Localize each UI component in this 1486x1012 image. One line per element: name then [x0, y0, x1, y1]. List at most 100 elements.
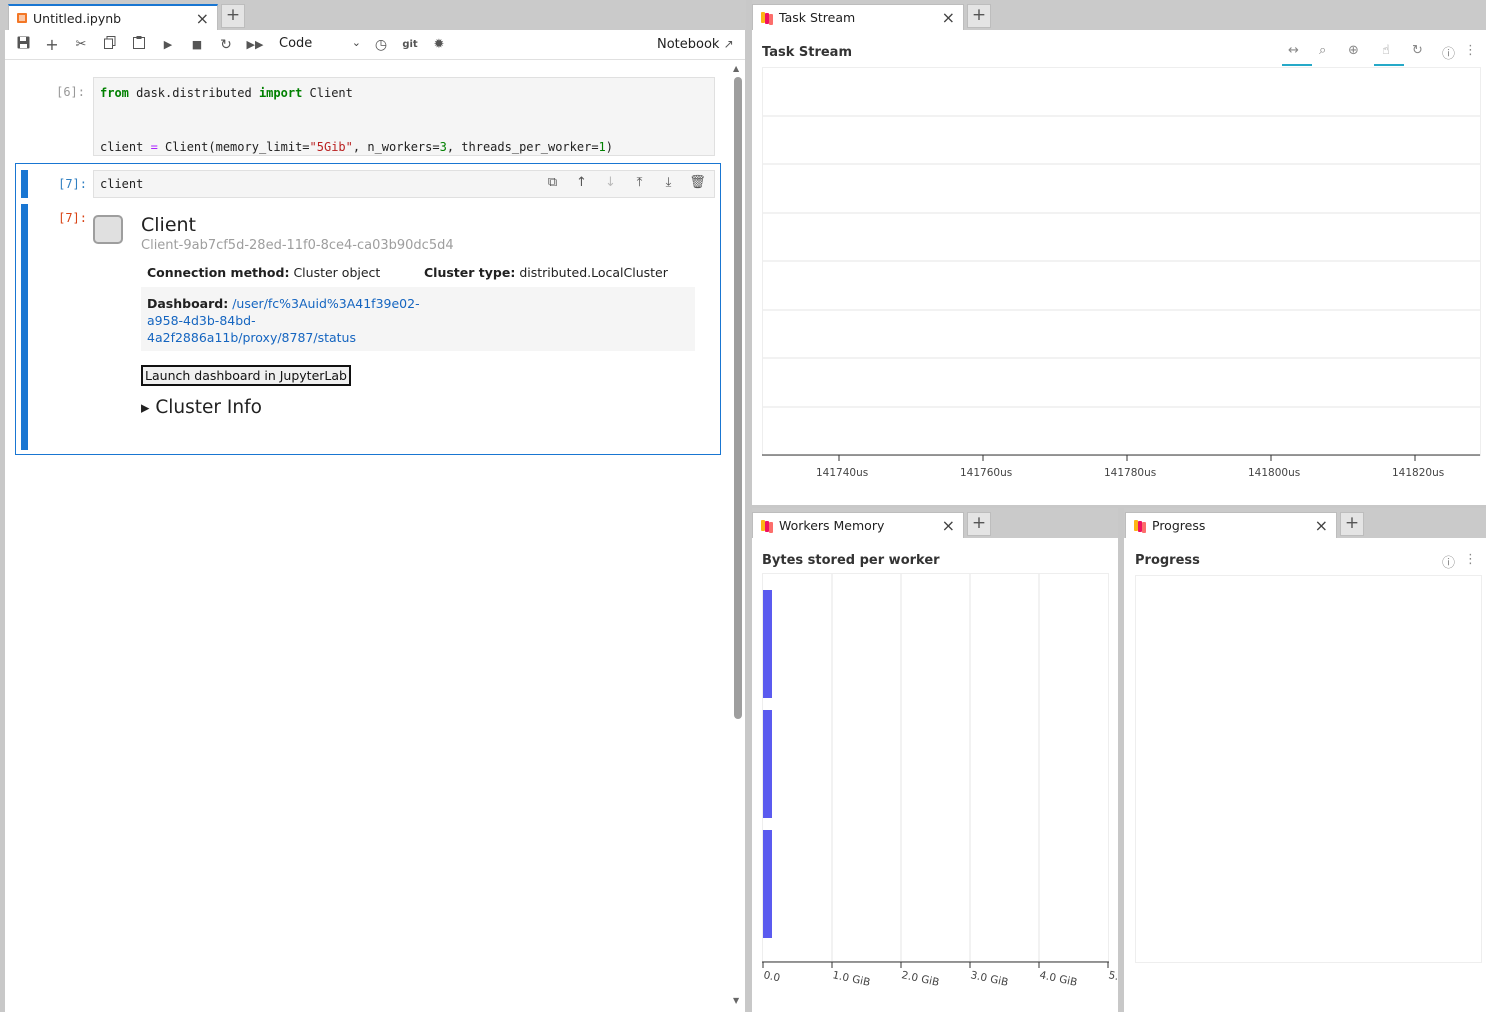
run-icon[interactable]: ▶: [158, 36, 178, 54]
close-icon[interactable]: ×: [1315, 516, 1328, 535]
code-token: 3: [439, 140, 447, 154]
chevron-down-icon: ⌄: [351, 36, 361, 49]
add-tab-button[interactable]: +: [967, 4, 991, 28]
memory-bar[interactable]: [763, 590, 772, 698]
copy-icon[interactable]: [100, 36, 120, 54]
code-token: client: [100, 140, 151, 154]
plot-frame: [762, 573, 1109, 962]
tab-label: Progress: [1152, 518, 1206, 533]
code-line: from dask.distributed import Client: [100, 86, 353, 100]
move-down-icon[interactable]: ↓: [596, 175, 625, 190]
dashboard-label: Dashboard:: [147, 296, 229, 311]
git-icon[interactable]: git: [400, 36, 420, 54]
code-token: , n_workers=: [352, 140, 440, 154]
dashboard-link-part: 4a2f2886a11b/proxy/8787/status: [147, 330, 356, 345]
close-icon[interactable]: ×: [942, 8, 955, 27]
cell-type-value: Code: [279, 36, 313, 51]
code-editor[interactable]: from dask.distributed import Client clie…: [93, 77, 715, 156]
cluster-info-label: Cluster Info: [155, 397, 262, 418]
add-tab-button[interactable]: +: [1340, 512, 1364, 536]
code-token: Client(memory_limit=: [157, 140, 310, 154]
code-token: "5Gib": [309, 140, 353, 154]
tab-task-stream[interactable]: Task Stream ×: [752, 4, 964, 30]
memory-bar[interactable]: [763, 710, 772, 818]
add-cell-icon[interactable]: +: [42, 36, 62, 54]
close-icon[interactable]: ×: [196, 9, 209, 28]
paste-icon[interactable]: [129, 36, 149, 54]
insert-above-icon[interactable]: ⤒: [625, 175, 654, 190]
workers-memory-panel: Bytes stored per worker 0.0 1.0 GiB 2.0 Gi…: [752, 538, 1118, 1012]
client-id: Client-9ab7cf5d-28ed-11f0-8ce4-ca03b90dc…: [141, 238, 454, 253]
kernel-label[interactable]: Notebook ↗: [657, 37, 734, 52]
progress-plot[interactable]: [1135, 575, 1482, 963]
notebook-panel: + ✂ ▶ ■ ↻ ▶▶ Code ⌄ ◷ git ✹ Notebook ↗ […: [5, 30, 745, 1012]
fast-forward-icon[interactable]: ▶▶: [245, 36, 265, 54]
cluster-info-toggle[interactable]: ▶ Cluster Info: [141, 397, 262, 418]
x-axis-tick-labels: 0.0 1.0 GiB 2.0 GiB 3.0 GiB 4.0 GiB 5.0 GiB: [762, 969, 1118, 989]
move-up-icon[interactable]: ↑: [567, 175, 596, 190]
code-line: client: [100, 177, 144, 191]
x-tick-label: 141820us: [1392, 467, 1445, 479]
notebook-icon: [17, 13, 27, 23]
connection-method-value: Cluster object: [293, 265, 381, 280]
duplicate-icon[interactable]: ⧉: [538, 175, 567, 190]
output-prompt: [7]:: [58, 211, 87, 225]
output-collapser[interactable]: [21, 204, 28, 450]
stop-icon[interactable]: ■: [187, 36, 207, 54]
memory-bar[interactable]: [763, 830, 772, 938]
clock-icon[interactable]: ◷: [371, 36, 391, 54]
cell-collapser[interactable]: [21, 170, 28, 198]
scroll-down-arrow[interactable]: ▼: [733, 996, 739, 1005]
tab-label: Task Stream: [779, 10, 856, 25]
bug-icon[interactable]: ✹: [429, 36, 449, 54]
x-tick-label: 141740us: [816, 467, 869, 479]
close-icon[interactable]: ×: [942, 516, 955, 535]
scroll-up-arrow[interactable]: ▲: [733, 64, 739, 73]
help-icon[interactable]: ⓘ: [1442, 552, 1455, 571]
cell-prompt: [7]:: [58, 177, 87, 191]
code-token: ): [605, 140, 614, 154]
tab-workers-memory[interactable]: Workers Memory ×: [752, 512, 964, 538]
tab-label: Workers Memory: [779, 518, 885, 533]
delete-icon[interactable]: 🗑: [683, 175, 712, 190]
x-tick-label: 3.0 GiB: [969, 969, 1009, 989]
insert-below-icon[interactable]: ⤓: [654, 175, 683, 190]
add-tab-button[interactable]: +: [967, 512, 991, 536]
x-tick-label: 141780us: [1104, 467, 1157, 479]
tab-progress[interactable]: Progress ×: [1125, 512, 1337, 538]
plot-title: Progress: [1135, 553, 1200, 568]
notebook-scrollbar[interactable]: [734, 77, 742, 719]
launch-dashboard-button[interactable]: Launch dashboard in JupyterLab: [141, 365, 351, 386]
task-stream-panel: Task Stream ↔ ⌕ ⊕ ☝ ↻ ⓘ ⋮ 141740us 14176…: [752, 30, 1486, 505]
code-line: client = Client(memory_limit="5Gib", n_w…: [100, 140, 613, 154]
task-stream-plot[interactable]: [752, 30, 1486, 505]
tab-untitled-ipynb[interactable]: Untitled.ipynb ×: [8, 4, 218, 30]
cell-toolbar: ⧉ ↑ ↓ ⤒ ⤓ 🗑: [538, 175, 712, 190]
cluster-type-value: distributed.LocalCluster: [519, 265, 668, 280]
x-axis-ticks: [762, 962, 1109, 968]
x-tick-label: 141800us: [1248, 467, 1301, 479]
x-tick-label: 1.0 GiB: [831, 969, 871, 989]
cell-prompt: [6]:: [56, 85, 85, 99]
progress-panel: Progress ⓘ ⋮: [1124, 538, 1486, 1012]
dashboard-link-part: /user/fc%3Auid%3A41f39e02-: [232, 296, 420, 311]
restart-icon[interactable]: ↻: [216, 36, 236, 54]
cluster-type-label: Cluster type:: [424, 265, 516, 280]
cut-icon[interactable]: ✂: [71, 36, 91, 54]
add-tab-button[interactable]: +: [221, 4, 245, 28]
dashboard-link-part: a958-4d3b-84bd-: [147, 313, 256, 328]
dask-icon: [1134, 519, 1146, 533]
save-icon[interactable]: [13, 36, 33, 54]
cluster-type: Cluster type: distributed.LocalCluster: [424, 265, 668, 280]
code-token: , threads_per_worker=: [446, 140, 599, 154]
x-tick-label: 141760us: [960, 467, 1013, 479]
code-token: Client: [302, 86, 353, 100]
dask-icon: [761, 11, 773, 25]
client-logo: [93, 215, 123, 244]
external-link-icon: ↗: [723, 37, 734, 51]
cell-type-select[interactable]: Code ⌄: [279, 36, 361, 54]
workers-memory-plot[interactable]: 0.0 1.0 GiB 2.0 GiB 3.0 GiB 4.0 GiB 5.0 GiB: [752, 538, 1118, 1012]
x-tick-label: 4.0 GiB: [1038, 969, 1078, 989]
more-icon[interactable]: ⋮: [1464, 552, 1477, 567]
client-title: Client: [141, 214, 197, 236]
